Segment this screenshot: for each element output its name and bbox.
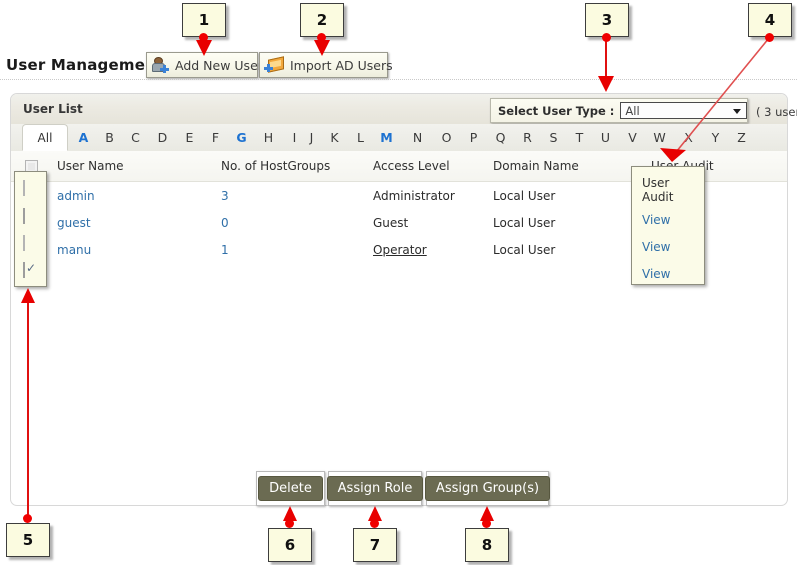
- annotation-arrow-3: [598, 76, 614, 92]
- annotation-arrow-7: [368, 506, 382, 521]
- annotation-callout-7: 7: [353, 528, 397, 562]
- annotation-callout-5: 5: [6, 523, 50, 557]
- annotation-dot-3: [602, 33, 611, 42]
- annotation-dot-4: [765, 33, 774, 42]
- annotation-callout-4: 4: [748, 3, 792, 37]
- annotation-arrow-2: [314, 40, 330, 56]
- annotation-callout-8: 8: [465, 528, 509, 562]
- annotation-arrow-1: [196, 40, 212, 56]
- annotation-arrow-5: [21, 288, 35, 303]
- annotation-dot-5: [23, 514, 32, 523]
- annotation-line-5: [27, 301, 29, 517]
- annotation-arrow-8: [480, 506, 494, 521]
- annotation-callout-2: 2: [300, 3, 344, 37]
- annotation-line-4: [660, 37, 770, 162]
- annotation-arrow-6: [283, 506, 297, 521]
- annotation-callout-3: 3: [585, 3, 629, 37]
- screenshot-root: User Management Add New User Import AD U…: [0, 0, 797, 565]
- annotation-callout-1: 1: [182, 3, 226, 37]
- annotation-callout-6: 6: [268, 528, 312, 562]
